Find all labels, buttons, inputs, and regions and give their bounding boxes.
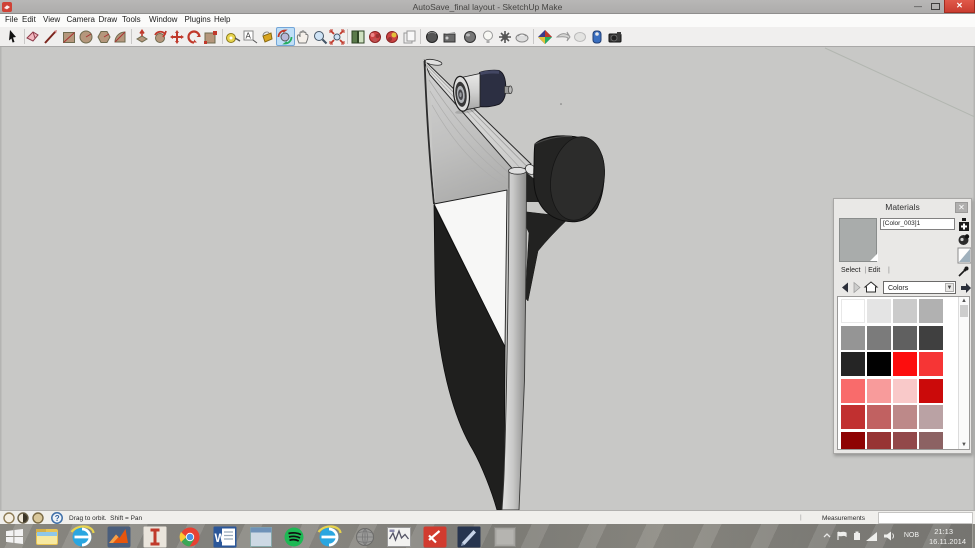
svg-text:?: ?	[55, 514, 60, 523]
svg-text:A: A	[246, 32, 252, 41]
svg-text:W: W	[215, 531, 227, 545]
